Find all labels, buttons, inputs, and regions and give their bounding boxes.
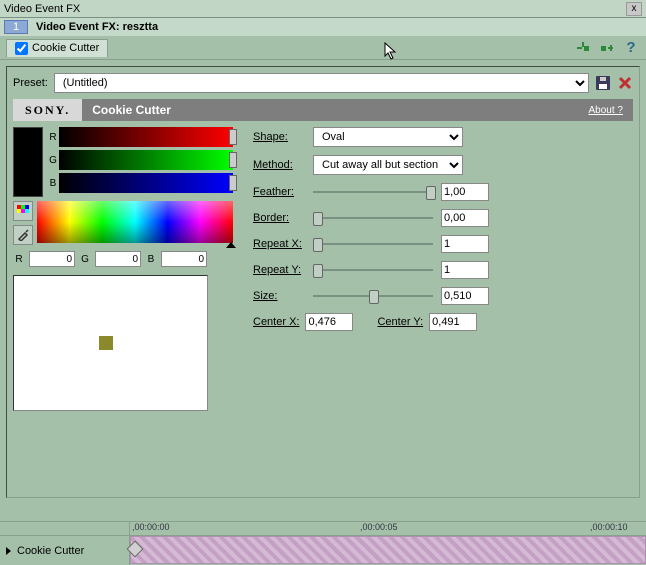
- repeatx-label: Repeat X:: [253, 238, 313, 250]
- disk-icon[interactable]: [595, 75, 611, 91]
- repeaty-slider[interactable]: [313, 262, 433, 278]
- tick-0: ,00:00:00: [132, 522, 170, 532]
- border-slider[interactable]: [313, 210, 433, 226]
- border-input[interactable]: [441, 209, 489, 227]
- palette-icon[interactable]: [13, 201, 33, 221]
- repeaty-label: Repeat Y:: [253, 264, 313, 276]
- help-icon[interactable]: ?: [622, 39, 640, 57]
- timeline-ruler[interactable]: ,00:00:00 ,00:00:05 ,00:00:10: [130, 522, 646, 536]
- plugin-header: SONY. Cookie Cutter About ?: [13, 99, 633, 121]
- r-num-label: R: [13, 254, 25, 265]
- b-input[interactable]: [161, 251, 207, 267]
- chevron-right-icon: [6, 547, 11, 555]
- shape-label: Shape:: [253, 131, 313, 143]
- close-icon: x: [632, 3, 637, 14]
- shape-select[interactable]: Oval: [313, 127, 463, 147]
- size-slider[interactable]: [313, 288, 433, 304]
- preset-select[interactable]: (Untitled): [54, 73, 589, 93]
- g-num-label: G: [79, 254, 91, 265]
- r-input[interactable]: [29, 251, 75, 267]
- brand-logo: SONY.: [13, 99, 82, 121]
- preview-shape[interactable]: [99, 336, 113, 350]
- centery-input[interactable]: [429, 313, 477, 331]
- size-input[interactable]: [441, 287, 489, 305]
- hue-cursor: [226, 242, 236, 248]
- tab-cookie-cutter[interactable]: Cookie Cutter: [6, 39, 108, 57]
- method-select[interactable]: Cut away all but section: [313, 155, 463, 175]
- timeline-track-header[interactable]: Cookie Cutter: [0, 536, 129, 565]
- feather-label: Feather:: [253, 186, 313, 198]
- size-label: Size:: [253, 290, 313, 302]
- hue-picker[interactable]: [37, 201, 233, 243]
- titlebar: Video Event FX x: [0, 0, 646, 18]
- window-title: Video Event FX: [4, 3, 80, 15]
- g-label: G: [47, 155, 59, 166]
- chain-index[interactable]: 1: [4, 20, 28, 34]
- header-prefix: Video Event FX:: [36, 21, 120, 33]
- event-header: 1 Video Event FX: resztta: [0, 18, 646, 36]
- plus-right-icon[interactable]: [598, 39, 616, 57]
- plus-left-icon[interactable]: [574, 39, 592, 57]
- eyedropper-icon[interactable]: [13, 225, 33, 245]
- centery-label: Center Y:: [377, 316, 423, 328]
- border-label: Border:: [253, 212, 313, 224]
- method-label: Method:: [253, 159, 313, 171]
- r-label: R: [47, 132, 59, 143]
- timeline: Cookie Cutter ,00:00:00 ,00:00:05 ,00:00…: [0, 521, 646, 565]
- clip-name: resztta: [123, 21, 158, 33]
- preset-row: Preset: (Untitled): [13, 73, 633, 93]
- g-input[interactable]: [95, 251, 141, 267]
- b-num-label: B: [145, 254, 157, 265]
- repeaty-input[interactable]: [441, 261, 489, 279]
- timeline-track[interactable]: [130, 536, 646, 564]
- b-label: B: [47, 178, 59, 189]
- timeline-track-label: Cookie Cutter: [17, 545, 84, 557]
- tab-label: Cookie Cutter: [32, 42, 99, 54]
- preset-label: Preset:: [13, 77, 48, 89]
- preview-area[interactable]: [13, 275, 208, 411]
- feather-slider[interactable]: [313, 184, 433, 200]
- repeatx-input[interactable]: [441, 235, 489, 253]
- tick-1: ,00:00:05: [360, 522, 398, 532]
- delete-icon[interactable]: [617, 75, 633, 91]
- centerx-input[interactable]: [305, 313, 353, 331]
- tick-2: ,00:00:10: [590, 522, 628, 532]
- feather-input[interactable]: [441, 183, 489, 201]
- close-button[interactable]: x: [626, 2, 642, 16]
- keyframe[interactable]: [127, 541, 144, 558]
- blue-slider[interactable]: [59, 173, 233, 193]
- centerx-label: Center X:: [253, 316, 299, 328]
- plugin-title: Cookie Cutter: [92, 103, 588, 117]
- green-slider[interactable]: [59, 150, 233, 170]
- fx-toolbar: Cookie Cutter ?: [0, 36, 646, 60]
- about-link[interactable]: About ?: [589, 105, 623, 116]
- fx-enable-checkbox[interactable]: [15, 42, 28, 55]
- repeatx-slider[interactable]: [313, 236, 433, 252]
- red-slider[interactable]: [59, 127, 233, 147]
- color-swatch[interactable]: [13, 127, 43, 197]
- main-panel: Preset: (Untitled) SONY. Cookie Cutter A…: [6, 66, 640, 498]
